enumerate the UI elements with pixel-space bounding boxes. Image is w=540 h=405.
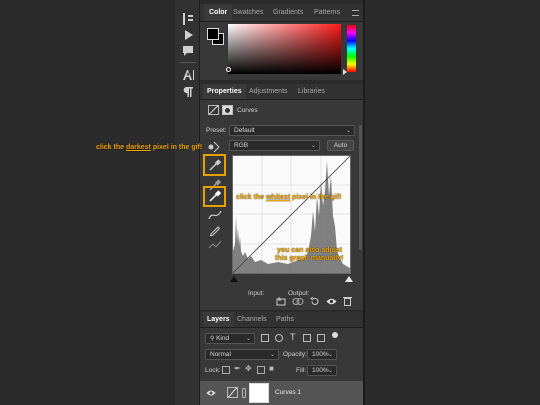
auto-button[interactable]: Auto — [327, 140, 354, 151]
white-input-slider[interactable] — [345, 276, 353, 282]
tab-patterns[interactable]: Patterns — [314, 4, 340, 21]
foreground-color-swatch[interactable] — [207, 28, 219, 40]
fill-value: 100% — [312, 367, 329, 374]
tab-paths[interactable]: Paths — [276, 312, 294, 327]
layer-filter-dropdown[interactable]: ⚲ Kind ⌄ — [205, 333, 255, 344]
curves-adjustment-icon — [208, 105, 219, 115]
history-icon[interactable] — [180, 11, 196, 27]
opacity-label: Opacity: — [283, 351, 307, 358]
chevron-down-icon: ⌄ — [327, 352, 333, 358]
tab-color[interactable]: Color — [204, 4, 233, 21]
annotation-text: click the — [96, 144, 126, 151]
color-picker-cursor — [226, 67, 231, 72]
layer-row[interactable]: Curves 1 — [200, 381, 363, 405]
input-label: Input: — [248, 290, 265, 297]
layer-mask-icon — [222, 105, 233, 115]
filter-type-icon[interactable]: T — [290, 332, 296, 342]
hue-slider-marker[interactable] — [343, 69, 347, 75]
filter-value: Kind — [216, 335, 230, 342]
tab-libraries[interactable]: Libraries — [298, 84, 325, 99]
opacity-value: 100% — [312, 351, 329, 358]
annotation-darkest: click the darkest pixel in the gif! — [96, 144, 202, 151]
trash-icon[interactable] — [343, 296, 352, 306]
annotation-adjust-line2: this graph manually! — [275, 255, 344, 262]
white-point-eyedropper-icon[interactable] — [208, 189, 222, 203]
chevron-down-icon: ⌄ — [245, 336, 251, 342]
lock-label: Lock: — [205, 367, 221, 374]
annotation-adjust-line1: you can also adjust — [277, 247, 342, 254]
smooth-curve-icon[interactable] — [208, 238, 222, 252]
annotation-text: pixel in the gif! — [290, 194, 342, 201]
tab-layers[interactable]: Layers — [203, 312, 234, 327]
chevron-down-icon: ⌄ — [345, 128, 351, 134]
channel-dropdown[interactable]: RGB ⌄ — [229, 140, 320, 151]
tab-properties[interactable]: Properties — [203, 84, 246, 99]
layer-mask-thumbnail[interactable] — [249, 383, 269, 403]
right-edge — [363, 0, 365, 405]
tab-channels[interactable]: Channels — [237, 312, 267, 327]
pencil-icon[interactable] — [208, 223, 222, 237]
annotation-emphasis: darkest — [125, 144, 151, 151]
chain-link-icon[interactable] — [242, 388, 246, 398]
comment-icon[interactable] — [180, 43, 196, 59]
blend-mode-value: Normal — [210, 351, 231, 358]
filter-smart-object-icon[interactable] — [317, 334, 325, 342]
black-input-slider[interactable] — [230, 276, 238, 282]
layer-name[interactable]: Curves 1 — [275, 389, 301, 396]
lock-position-icon[interactable]: ✥ — [245, 364, 252, 373]
panel-menu-icon[interactable] — [352, 10, 359, 16]
layers-tabbar: Layers Channels Paths — [200, 312, 363, 328]
filter-pixel-icon[interactable] — [261, 334, 269, 342]
output-label: Output: — [288, 290, 310, 297]
preset-value: Default — [234, 127, 255, 134]
toolbar-divider — [180, 62, 196, 63]
opacity-field[interactable]: 100% ⌄ — [307, 349, 337, 360]
annotation-whitest: click the whitest pixel in the gif! — [236, 194, 341, 201]
blend-mode-dropdown[interactable]: Normal ⌄ — [205, 349, 279, 360]
play-icon[interactable] — [180, 27, 196, 43]
chevron-down-icon: ⌄ — [310, 143, 316, 149]
tab-gradients[interactable]: Gradients — [273, 4, 303, 21]
character-icon[interactable] — [180, 67, 196, 83]
lock-artboard-icon[interactable] — [257, 366, 265, 374]
filter-adjustment-icon[interactable] — [275, 334, 283, 342]
curves-layer-icon — [227, 387, 238, 398]
filter-toggle-icon[interactable] — [332, 332, 338, 338]
channel-value: RGB — [234, 142, 249, 149]
lock-paint-icon[interactable]: ✒ — [234, 364, 241, 373]
annotation-emphasis: whitest — [265, 194, 291, 201]
paragraph-icon[interactable] — [180, 84, 196, 100]
tab-adjustments[interactable]: Adjustments — [249, 84, 288, 99]
properties-scrollbar[interactable] — [359, 125, 362, 250]
hue-slider[interactable] — [347, 25, 356, 72]
curve-points-icon[interactable] — [208, 208, 222, 222]
chevron-down-icon: ⌄ — [327, 368, 333, 374]
lock-all-icon[interactable]: ■ — [269, 364, 274, 373]
visibility-eye-icon[interactable] — [326, 297, 337, 306]
tab-swatches[interactable]: Swatches — [233, 4, 263, 21]
color-picker-field[interactable] — [228, 24, 341, 74]
color-tabbar: Color Swatches Gradients Patterns — [200, 4, 363, 22]
targeted-adjustment-tool-icon[interactable] — [207, 141, 221, 153]
filter-shape-icon[interactable] — [303, 334, 311, 342]
chevron-down-icon: ⌄ — [269, 352, 275, 358]
view-previous-icon[interactable] — [292, 297, 304, 306]
annotation-text: click the — [236, 194, 266, 201]
visibility-eye-icon[interactable] — [206, 389, 216, 397]
annotation-text: pixel in the gif! — [150, 144, 203, 151]
reset-icon[interactable] — [310, 297, 320, 306]
clip-to-layer-icon[interactable] — [276, 297, 286, 306]
lock-pixels-icon[interactable] — [222, 366, 230, 374]
adjustment-title: Curves — [237, 107, 258, 114]
properties-tabbar: Properties Adjustments Libraries — [200, 84, 363, 100]
preset-dropdown[interactable]: Default ⌄ — [229, 125, 355, 136]
black-point-eyedropper-icon[interactable] — [208, 158, 222, 172]
preset-label: Preset: — [206, 127, 227, 134]
fill-label: Fill: — [296, 367, 307, 374]
fill-field[interactable]: 100% ⌄ — [307, 365, 337, 376]
left-toolbar — [175, 0, 200, 405]
